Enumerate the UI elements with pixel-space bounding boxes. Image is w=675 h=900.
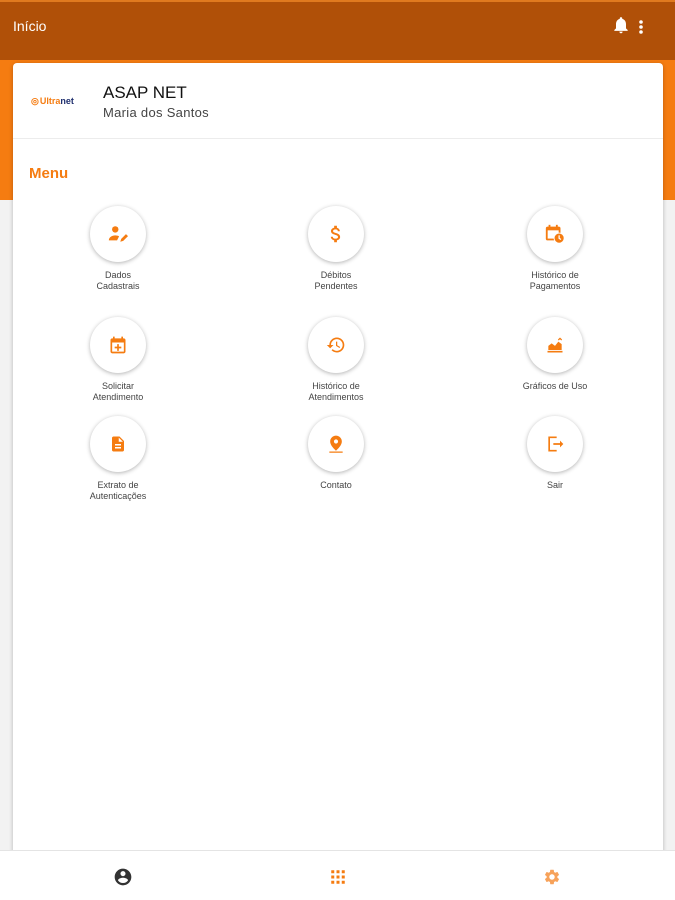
calendar-plus-icon: [110, 336, 126, 354]
nav-account-button[interactable]: [113, 867, 133, 887]
menu-item-label: Gráficos de Uso: [522, 381, 588, 391]
menu-item-graficos-uso[interactable]: Gráficos de Uso: [495, 317, 615, 392]
main-card: ◎Ultranet ASAP NET Maria dos Santos Menu…: [13, 63, 663, 863]
menu-item-label: Sair: [546, 480, 563, 490]
menu-item-dados-cadastrais[interactable]: Dados Cadastrais: [58, 206, 178, 292]
menu-item-circle[interactable]: [527, 317, 583, 373]
logout-icon: [548, 436, 564, 452]
menu-item-label: Contato: [320, 480, 352, 490]
page-title: Início: [13, 18, 47, 34]
document-icon: [112, 436, 124, 452]
menu-title: Menu: [29, 165, 69, 182]
menu-item-circle[interactable]: [90, 206, 146, 262]
dollar-icon: [330, 225, 341, 243]
menu-item-extrato-autenticacoes[interactable]: Extrato de Autenticações: [58, 416, 178, 502]
user-name: Maria dos Santos: [103, 105, 209, 120]
history-icon: [326, 337, 345, 353]
menu-item-circle[interactable]: [527, 416, 583, 472]
nav-settings-button[interactable]: [542, 867, 562, 887]
menu-item-label: Solicitar Atendimento: [92, 381, 144, 402]
more-vert-icon[interactable]: [634, 16, 648, 38]
profile-header: ◎Ultranet ASAP NET Maria dos Santos: [13, 63, 663, 139]
person-edit-icon: [108, 226, 128, 242]
menu-item-circle[interactable]: [527, 206, 583, 262]
account-circle-icon: [114, 868, 132, 886]
ultranet-logo: ◎Ultranet: [31, 96, 74, 106]
area-chart-icon: [547, 337, 563, 353]
menu-item-contato[interactable]: Contato: [276, 416, 396, 491]
menu-item-label: Histórico de Pagamentos: [529, 270, 581, 291]
menu-item-label: Extrato de Autenticações: [89, 480, 147, 501]
settings-gear-icon: [544, 869, 560, 885]
menu-item-circle[interactable]: [90, 416, 146, 472]
menu-item-circle[interactable]: [308, 206, 364, 262]
calendar-clock-icon: [545, 224, 565, 244]
menu-item-label: Histórico de Atendimentos: [308, 381, 364, 402]
menu-item-circle[interactable]: [308, 317, 364, 373]
location-pin-icon: [329, 435, 343, 453]
logo-mark-icon: ◎: [31, 96, 39, 106]
menu-item-label: Dados Cadastrais: [96, 270, 140, 291]
menu-item-historico-atendimentos[interactable]: Histórico de Atendimentos: [276, 317, 396, 403]
bottom-navigation: [0, 850, 675, 900]
nav-apps-button[interactable]: [328, 867, 348, 887]
menu-item-circle[interactable]: [308, 416, 364, 472]
menu-item-circle[interactable]: [90, 317, 146, 373]
menu-item-historico-pagamentos[interactable]: Histórico de Pagamentos: [495, 206, 615, 292]
menu-item-label: Débitos Pendentes: [314, 270, 358, 291]
app-bar: Início: [0, 0, 675, 60]
menu-item-debitos-pendentes[interactable]: Débitos Pendentes: [276, 206, 396, 292]
company-name: ASAP NET: [103, 83, 187, 102]
menu-item-solicitar-atendimento[interactable]: Solicitar Atendimento: [58, 317, 178, 403]
bell-icon[interactable]: [611, 14, 631, 36]
apps-grid-icon: [331, 870, 345, 884]
menu-item-sair[interactable]: Sair: [495, 416, 615, 491]
